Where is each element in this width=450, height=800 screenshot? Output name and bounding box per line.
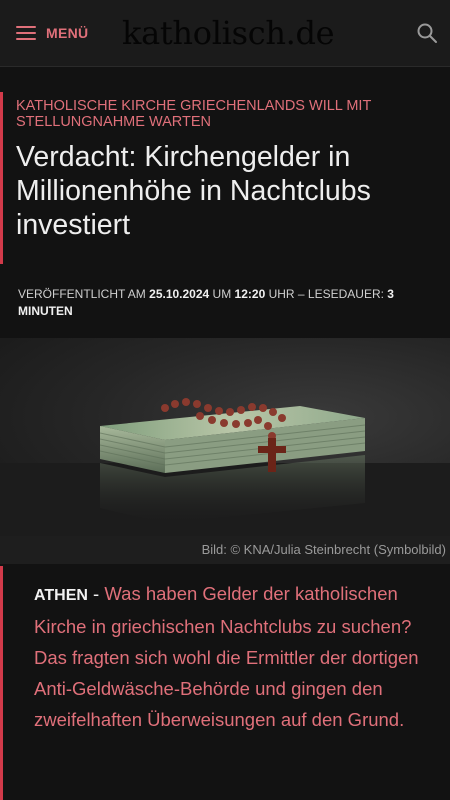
article-kicker: KATHOLISCHE KIRCHE GRIECHENLANDS WILL MI… xyxy=(16,98,372,130)
menu-button[interactable]: MENÜ xyxy=(16,20,88,46)
image-caption-bar: Bild: © KNA/Julia Steinbrecht (Symbolbil… xyxy=(0,536,450,564)
top-navigation-bar: MENÜ katholisch.de xyxy=(0,0,450,67)
site-logo[interactable]: katholisch.de xyxy=(122,14,335,52)
image-caption: Bild: © KNA/Julia Steinbrecht (Symbolbil… xyxy=(201,542,446,557)
meta-read-time: 3 xyxy=(387,287,394,301)
article-lead: ATHEN - Was haben Gelder der katholische… xyxy=(34,578,419,735)
article-image xyxy=(0,338,450,536)
search-icon[interactable] xyxy=(416,22,438,44)
article-header: KATHOLISCHE KIRCHE GRIECHENLANDS WILL MI… xyxy=(0,92,450,264)
dateline: ATHEN xyxy=(34,587,88,604)
meta-date: 25.10.2024 xyxy=(149,287,210,301)
article-meta: VERÖFFENTLICHT AM 25.10.2024 UM 12:20 UH… xyxy=(18,286,428,320)
menu-label: MENÜ xyxy=(46,25,89,41)
meta-at: UM xyxy=(209,287,235,301)
meta-read-unit: MINUTEN xyxy=(18,304,73,318)
hamburger-icon xyxy=(16,25,36,41)
article-headline: Verdacht: Kirchengelder in Millionenhöhe… xyxy=(16,141,371,241)
meta-published-prefix: VERÖFFENTLICHT AM xyxy=(18,287,150,301)
dateline-separator: - xyxy=(87,583,105,604)
accent-bar xyxy=(0,566,3,800)
article-body: ATHEN - Was haben Gelder der katholische… xyxy=(0,566,450,800)
lead-text: Was haben Gelder der katholischen Kirche… xyxy=(34,583,419,730)
meta-time-suffix: UHR – LESEDAUER: xyxy=(265,287,388,301)
meta-time: 12:20 xyxy=(234,287,266,301)
accent-bar xyxy=(0,92,3,264)
